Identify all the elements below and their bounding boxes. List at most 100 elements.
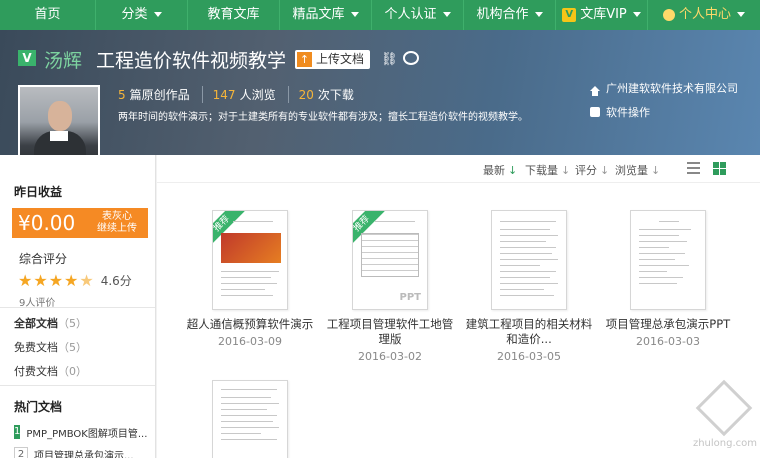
doc-name[interactable]: 工程项目管理软件工地管理版 — [325, 317, 455, 347]
rating-label: 综合评分 — [19, 252, 68, 266]
doc-thumbnail[interactable] — [491, 210, 567, 310]
sort-views[interactable]: 浏览量 ↓ — [615, 162, 660, 178]
nav-personal-cert[interactable]: 个人认证 — [372, 0, 464, 30]
thumb-table — [361, 233, 419, 277]
thumb-line — [221, 271, 279, 272]
nav-home[interactable]: 首页 — [0, 0, 96, 30]
stat-views-label: 人浏览 — [239, 88, 276, 102]
income-note[interactable]: 表灰心 继续上传 — [86, 211, 148, 235]
thumb-line — [639, 265, 689, 266]
doc-date: 2016-03-02 — [358, 350, 422, 363]
star-icon: ★ — [48, 271, 64, 290]
sort-rating[interactable]: 评分 ↓ — [575, 162, 609, 178]
link-icon[interactable]: ⛓ — [381, 52, 398, 67]
doc-name[interactable]: 项目管理总承包演示PPT — [603, 317, 733, 332]
doc-name[interactable]: 超人通信概预算软件演示 — [185, 317, 315, 332]
thumb-line — [221, 427, 279, 428]
nav-vip-label: 文库VIP — [580, 7, 627, 22]
hot-doc-rank: 2 — [14, 447, 28, 458]
thumb-line — [233, 221, 273, 222]
category-paid-count: （0） — [58, 365, 87, 378]
sort-downloads-label: 下载量 — [525, 164, 558, 177]
thumb-line — [500, 229, 550, 230]
doc-thumbnail[interactable] — [212, 380, 288, 458]
sort-downloads[interactable]: 下载量 ↓ — [525, 162, 570, 178]
arrow-down-icon: ↓ — [651, 164, 661, 177]
doc-thumbnail[interactable]: 推荐 — [212, 210, 288, 310]
category-all-label: 全部文档 — [14, 317, 58, 330]
avatar-card — [50, 131, 68, 141]
doc-card[interactable]: 推荐 PPT 工程项目管理软件工地管理版 2016-03-02 — [325, 210, 455, 363]
category-all[interactable]: 全部文档（5） — [0, 312, 155, 336]
stat-downloads-label: 次下载 — [317, 88, 354, 102]
doc-thumbnail[interactable]: 推荐 PPT — [352, 210, 428, 310]
nav-vip[interactable]: V 文库VIP — [556, 0, 648, 30]
thumb-line — [639, 241, 687, 242]
hot-doc-item[interactable]: 1 PMP_PMBOK图解项目管... — [0, 421, 155, 443]
stat-works: 5 篇原创作品 — [118, 86, 203, 103]
nav-category[interactable]: 分类 — [96, 0, 188, 30]
doc-card[interactable]: 项目管理总承包演示PPT 2016-03-03 — [603, 210, 733, 348]
thumb-line — [221, 403, 279, 404]
nav-org-coop[interactable]: 机构合作 — [464, 0, 556, 30]
income-note-line1: 表灰心 — [102, 211, 132, 222]
list-view-icon[interactable] — [687, 162, 700, 174]
category-all-count: （5） — [58, 317, 87, 330]
doc-date: 2016-03-09 — [218, 335, 282, 348]
thumb-line — [639, 229, 691, 230]
home-icon — [590, 85, 600, 96]
nav-edu-label: 教育文库 — [207, 7, 260, 22]
doc-name[interactable]: 建筑工程项目的相关材料和造价... — [464, 317, 594, 347]
thumb-line — [639, 277, 683, 278]
stat-downloads-num: 20 — [298, 88, 314, 102]
company-row: 广州建软软件技术有限公司 — [590, 80, 738, 96]
nav-edu-library[interactable]: 教育文库 — [188, 0, 280, 30]
nav-user-center[interactable]: 个人中心 — [648, 0, 760, 30]
thumb-line — [221, 409, 267, 410]
thumb-line — [500, 295, 554, 296]
doc-date: 2016-03-03 — [636, 335, 700, 348]
doc-card[interactable] — [185, 380, 315, 458]
thumb-line — [500, 259, 558, 260]
thumb-line — [500, 277, 550, 278]
stat-views-num: 147 — [212, 88, 236, 102]
company-info: 广州建软软件技术有限公司 软件操作 — [590, 80, 738, 128]
arrow-down-icon: ↓ — [600, 164, 610, 177]
hot-doc-item[interactable]: 2 项目管理总承包演示... — [0, 443, 155, 458]
income-value: ¥0.00 — [18, 211, 76, 235]
nav-premium-library[interactable]: 精品文库 — [280, 0, 372, 30]
sort-latest[interactable]: 最新 ↓ — [483, 162, 517, 178]
doc-list-panel: 最新 ↓ 下载量 ↓ 评分 ↓ 浏览量 ↓ 推荐 超人通信概预算软件演示 2016-03… — [157, 155, 760, 458]
star-icon: ★ — [18, 271, 33, 290]
thumb-line — [221, 277, 271, 278]
chevron-down-icon — [442, 12, 451, 17]
sidebar: 昨日收益 ¥0.00 表灰心 继续上传 综合评分 ★ ★ ★ ★ ★ 4.6分 9… — [0, 155, 156, 458]
company-name: 广州建软软件技术有限公司 — [606, 82, 738, 95]
thumb-line — [221, 433, 261, 434]
thumb-line — [500, 271, 556, 272]
thumb-line — [500, 241, 546, 242]
watermark-text: zhulong.com — [692, 438, 758, 449]
doc-card[interactable]: 建筑工程项目的相关材料和造价... 2016-03-05 — [464, 210, 594, 363]
weibo-icon[interactable] — [403, 51, 419, 65]
arrow-down-icon: ↓ — [508, 164, 518, 177]
thumb-line — [221, 415, 277, 416]
category-paid-label: 付费文档 — [14, 365, 58, 378]
half-star-icon: ★ — [79, 271, 94, 290]
thumb-line — [500, 221, 556, 222]
grid-view-icon[interactable] — [713, 162, 726, 175]
doc-card[interactable]: 推荐 超人通信概预算软件演示 2016-03-09 — [185, 210, 315, 348]
chevron-down-icon — [153, 12, 162, 17]
upload-button[interactable]: ↑ 上传文档 — [295, 50, 371, 69]
sort-views-label: 浏览量 — [615, 164, 648, 177]
sort-toolbar: 最新 ↓ 下载量 ↓ 评分 ↓ 浏览量 ↓ — [157, 155, 760, 183]
hot-doc-rank: 1 — [14, 425, 21, 439]
income-section: 昨日收益 ¥0.00 表灰心 继续上传 综合评分 ★ ★ ★ ★ ★ 4.6分 9… — [0, 155, 155, 309]
category-free[interactable]: 免费文档（5） — [0, 336, 155, 360]
nav-org-label: 机构合作 — [476, 7, 529, 22]
author-name[interactable]: 汤辉 — [44, 46, 82, 73]
nav-home-label: 首页 — [34, 7, 61, 22]
doc-thumbnail[interactable] — [630, 210, 706, 310]
category-paid[interactable]: 付费文档（0） — [0, 360, 155, 384]
thumb-line — [500, 235, 558, 236]
